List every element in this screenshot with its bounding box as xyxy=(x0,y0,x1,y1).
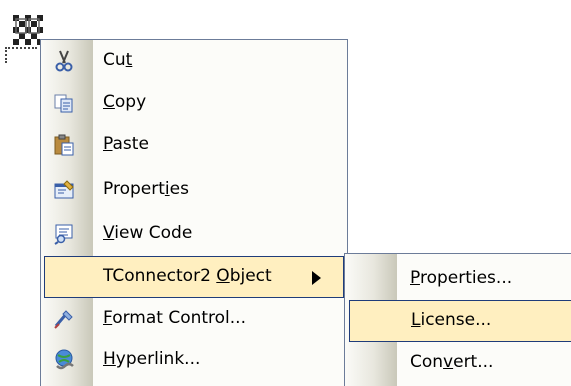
menu-item-cut[interactable]: Cut xyxy=(41,40,347,82)
menu-item-tconnector2-object[interactable]: TConnector2 Object xyxy=(44,256,344,298)
menu-item-paste[interactable]: Paste xyxy=(41,124,347,166)
menu-item-copy[interactable]: Copy xyxy=(41,82,347,124)
menu-item-hyperlink[interactable]: Hyperlink... xyxy=(41,339,347,381)
hyperlink-icon xyxy=(53,349,75,371)
submenu-item-convert[interactable]: Convert... xyxy=(345,342,571,384)
view-code-icon xyxy=(53,223,75,245)
menu-item-label: TConnector2 Object xyxy=(103,266,272,286)
paste-icon xyxy=(53,134,75,156)
menu-item-view-code[interactable]: View Code xyxy=(41,213,347,255)
copy-icon xyxy=(53,92,75,114)
menu-item-label: Cut xyxy=(103,50,133,70)
submenu: Properties... License... Convert... xyxy=(344,253,571,386)
menu-item-label: View Code xyxy=(103,223,193,243)
submenu-item-license[interactable]: License... xyxy=(349,300,571,342)
submenu-item-properties[interactable]: Properties... xyxy=(345,258,571,300)
menu-item-label: License... xyxy=(411,310,492,330)
menu-item-label: Format Control... xyxy=(103,308,246,328)
scissors-icon xyxy=(53,50,75,72)
submenu-arrow-icon xyxy=(312,271,321,285)
menu-item-label: Properties... xyxy=(410,268,513,288)
menu-item-label: Properties xyxy=(103,179,189,199)
activex-control-icon[interactable] xyxy=(13,15,43,45)
menu-item-label: Paste xyxy=(103,134,149,154)
format-control-icon xyxy=(53,308,75,330)
menu-item-label: Convert... xyxy=(410,352,494,372)
context-menu: Cut Copy Paste Properties View Code TCon… xyxy=(40,39,348,386)
menu-item-properties[interactable]: Properties xyxy=(41,169,347,211)
menu-item-label: Copy xyxy=(103,92,147,112)
menu-item-format-control[interactable]: Format Control... xyxy=(41,298,347,340)
control-selection-border xyxy=(5,47,37,63)
menu-item-label: Hyperlink... xyxy=(103,349,201,369)
properties-icon xyxy=(53,179,75,201)
